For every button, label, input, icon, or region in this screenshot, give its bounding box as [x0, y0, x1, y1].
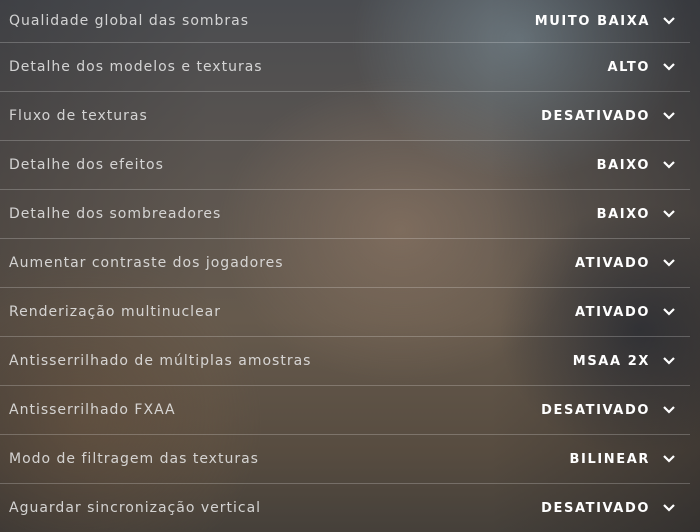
- dropdown-value: ATIVADO: [574, 255, 650, 271]
- dropdown-texture-streaming[interactable]: DESATIVADO: [541, 109, 676, 124]
- dropdown-value: BAIXO: [596, 206, 650, 222]
- dropdown-value: DESATIVADO: [541, 108, 650, 124]
- dropdown-model-texture-detail[interactable]: ALTO: [607, 60, 676, 75]
- chevron-down-icon: [663, 112, 675, 120]
- setting-label: Antisserrilhado FXAA: [9, 402, 176, 418]
- setting-label: Detalhe dos modelos e texturas: [9, 59, 263, 75]
- setting-row-texture-streaming[interactable]: Fluxo de texturas DESATIVADO: [0, 92, 690, 141]
- chevron-down-icon: [663, 259, 675, 267]
- setting-row-shader-detail[interactable]: Detalhe dos sombreadores BAIXO: [0, 190, 690, 239]
- setting-label: Renderização multinuclear: [9, 304, 222, 320]
- dropdown-value: MUITO BAIXA: [534, 13, 650, 29]
- setting-row-multicore-rendering[interactable]: Renderização multinuclear ATIVADO: [0, 288, 690, 337]
- setting-row-msaa[interactable]: Antisserrilhado de múltiplas amostras MS…: [0, 337, 690, 386]
- chevron-down-icon: [663, 161, 675, 169]
- dropdown-global-shadow-quality[interactable]: MUITO BAIXA: [535, 14, 676, 29]
- chevron-down-icon: [663, 406, 675, 414]
- setting-label: Antisserrilhado de múltiplas amostras: [9, 353, 312, 369]
- dropdown-fxaa[interactable]: DESATIVADO: [541, 403, 676, 418]
- setting-label: Detalhe dos efeitos: [9, 157, 164, 173]
- chevron-down-icon: [663, 210, 675, 218]
- dropdown-boost-player-contrast[interactable]: ATIVADO: [575, 256, 676, 271]
- setting-label: Aumentar contraste dos jogadores: [9, 255, 284, 271]
- chevron-down-icon: [663, 455, 675, 463]
- chevron-down-icon: [663, 357, 675, 365]
- chevron-down-icon: [663, 504, 675, 512]
- dropdown-texture-filtering[interactable]: BILINEAR: [570, 452, 677, 467]
- dropdown-value: DESATIVADO: [541, 500, 650, 516]
- setting-row-vsync[interactable]: Aguardar sincronização vertical DESATIVA…: [0, 484, 690, 532]
- dropdown-value: BILINEAR: [569, 451, 650, 467]
- setting-row-effect-detail[interactable]: Detalhe dos efeitos BAIXO: [0, 141, 690, 190]
- setting-row-texture-filtering[interactable]: Modo de filtragem das texturas BILINEAR: [0, 435, 690, 484]
- dropdown-effect-detail[interactable]: BAIXO: [597, 158, 676, 173]
- setting-label: Aguardar sincronização vertical: [9, 500, 262, 516]
- setting-label: Qualidade global das sombras: [9, 13, 250, 29]
- setting-row-model-texture-detail[interactable]: Detalhe dos modelos e texturas ALTO: [0, 43, 690, 92]
- chevron-down-icon: [663, 308, 675, 316]
- setting-row-boost-player-contrast[interactable]: Aumentar contraste dos jogadores ATIVADO: [0, 239, 690, 288]
- setting-label: Fluxo de texturas: [9, 108, 148, 124]
- setting-row-global-shadow-quality[interactable]: Qualidade global das sombras MUITO BAIXA: [0, 0, 690, 43]
- chevron-down-icon: [663, 63, 675, 71]
- video-settings-list: Qualidade global das sombras MUITO BAIXA…: [0, 0, 690, 532]
- dropdown-vsync[interactable]: DESATIVADO: [541, 501, 676, 516]
- dropdown-shader-detail[interactable]: BAIXO: [597, 207, 676, 222]
- dropdown-value: ATIVADO: [574, 304, 650, 320]
- dropdown-multicore-rendering[interactable]: ATIVADO: [575, 305, 676, 320]
- setting-label: Detalhe dos sombreadores: [9, 206, 222, 222]
- dropdown-value: BAIXO: [596, 157, 650, 173]
- dropdown-value: DESATIVADO: [541, 402, 650, 418]
- setting-label: Modo de filtragem das texturas: [9, 451, 259, 467]
- chevron-down-icon: [663, 17, 675, 25]
- dropdown-msaa[interactable]: MSAA 2X: [573, 354, 676, 369]
- dropdown-value: MSAA 2X: [572, 353, 650, 369]
- setting-row-fxaa[interactable]: Antisserrilhado FXAA DESATIVADO: [0, 386, 690, 435]
- dropdown-value: ALTO: [607, 59, 650, 75]
